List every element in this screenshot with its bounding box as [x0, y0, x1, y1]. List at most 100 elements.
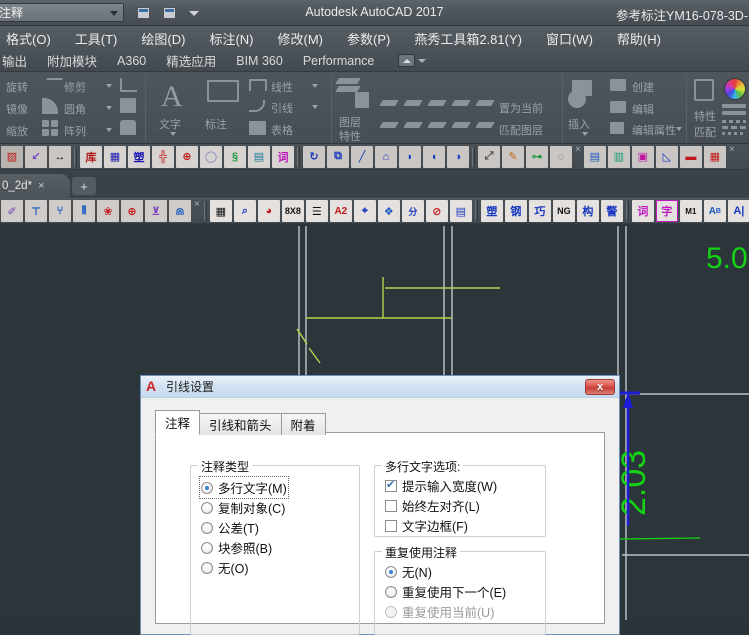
punch-icon[interactable]: ⑂	[49, 200, 71, 222]
sphere-icon[interactable]: ◌	[550, 145, 572, 168]
layer-properties-icon[interactable]	[355, 92, 369, 108]
slider-icon[interactable]: ⫴	[73, 200, 95, 222]
layer-set-current-icon[interactable]	[475, 100, 495, 106]
ribbon-tab-bim360[interactable]: BIM 360	[226, 54, 293, 68]
radio-reuse-none[interactable]: 无(N)	[385, 562, 432, 581]
ribbon-btn-trim[interactable]: 修剪	[64, 79, 86, 95]
guide-icon[interactable]: ⋒	[169, 200, 191, 222]
layer-split-icon[interactable]: 分	[401, 200, 424, 222]
surface-c-icon[interactable]: ◑	[447, 145, 469, 168]
workspace-combo[interactable]: 注释	[0, 3, 124, 22]
dim-linear-icon[interactable]: ↔	[49, 145, 71, 168]
menu-item-parameters[interactable]: 参数(P)	[335, 29, 402, 48]
ai-icon[interactable]: A|	[727, 200, 749, 222]
ribbon-btn-dimension[interactable]: 标注	[205, 116, 227, 132]
target-icon[interactable]: ⊕	[121, 200, 143, 222]
pen-icon[interactable]: ✐	[1, 200, 23, 222]
toolbar-close-icon[interactable]: ×	[575, 144, 581, 155]
dimension-edit-icon[interactable]: ↙	[25, 145, 47, 168]
ribbon-btn-leader[interactable]: 引线	[271, 100, 293, 116]
tab-leader-and-arrow[interactable]: 引线和箭头	[199, 413, 282, 435]
toolbar-close-icon[interactable]: ×	[729, 144, 735, 155]
circle-icon[interactable]: ◯	[200, 145, 222, 168]
8x8-icon[interactable]: 8X8	[281, 200, 304, 222]
solid-box-icon[interactable]	[120, 98, 136, 113]
press-icon[interactable]: ⊤	[25, 200, 47, 222]
ribbon-tab-featured-apps[interactable]: 精选应用	[156, 51, 226, 70]
menu-item-yanxiu-toolbox[interactable]: 燕秀工具箱2.81(Y)	[402, 29, 534, 48]
menu-item-tools[interactable]: 工具(T)	[63, 29, 130, 48]
close-icon[interactable]: ×	[38, 180, 44, 192]
layer-isolate-icon[interactable]	[403, 100, 423, 106]
ribbon-btn-mirror[interactable]: 镜像	[6, 101, 28, 117]
word-tool-icon[interactable]: 词	[631, 200, 654, 222]
menu-item-format[interactable]: 格式(O)	[0, 29, 63, 48]
menu-item-window[interactable]: 窗口(W)	[534, 29, 605, 48]
slope-icon[interactable]: ◺	[655, 145, 678, 168]
checkbox-always-left-justify[interactable]: 始终左对齐(L)	[385, 496, 480, 515]
layer-on-icon[interactable]	[379, 122, 399, 128]
menu-item-modify[interactable]: 修改(M)	[265, 29, 335, 48]
close-button[interactable]: x	[585, 379, 615, 395]
layout-icon[interactable]: ▦	[703, 145, 726, 168]
extrude-icon[interactable]: ⌂	[375, 145, 397, 168]
ribbon-tab-a360[interactable]: A360	[107, 54, 156, 68]
layer-unlock-icon[interactable]	[451, 122, 471, 128]
copy-icon[interactable]: ⧉	[327, 145, 349, 168]
radio-tolerance[interactable]: 公差(T)	[201, 518, 259, 537]
table2-icon[interactable]: ▤	[449, 200, 472, 222]
ribbon-btn-insert[interactable]: 插入	[568, 116, 590, 132]
extrude-icon[interactable]	[120, 120, 136, 135]
layer-freeze-icon[interactable]	[427, 100, 447, 106]
frame-icon[interactable]: ▣	[631, 145, 654, 168]
library-icon[interactable]: 库	[80, 145, 102, 168]
ribbon-btn-create[interactable]: 创建	[632, 79, 654, 95]
ribbon-btn-table[interactable]: 表格	[271, 122, 293, 138]
save-as-icon[interactable]	[159, 3, 179, 23]
chamfer-icon[interactable]	[120, 78, 137, 92]
radio-none[interactable]: 无(O)	[201, 558, 249, 577]
layer-merge-icon[interactable]	[475, 122, 495, 128]
char-tool-icon[interactable]: 字	[655, 200, 678, 222]
warning-tool-icon[interactable]: 警	[600, 200, 623, 222]
qiao-tool-icon[interactable]: 巧	[528, 200, 551, 222]
save-icon[interactable]	[133, 3, 153, 23]
ribbon-minimize-control[interactable]	[398, 54, 427, 67]
balloon-icon[interactable]: ◕	[257, 200, 280, 222]
tab-annotation[interactable]: 注释	[155, 410, 201, 435]
ribbon-btn-scale[interactable]: 缩放	[6, 123, 28, 139]
leader-settings-dialog[interactable]: A 引线设置 x 注释 引线和箭头 附着 注释类型 多行文字(M) 复制对象(C…	[140, 375, 620, 635]
list-icon[interactable]: ☰	[305, 200, 328, 222]
no-icon[interactable]: ⊘	[425, 200, 448, 222]
match-properties-icon[interactable]	[694, 79, 714, 101]
ribbon-btn-fillet[interactable]: 圆角	[64, 101, 86, 117]
surface-a-icon[interactable]: ◗	[399, 145, 421, 168]
screw-icon[interactable]: ⊻	[145, 200, 167, 222]
checkbox-text-frame[interactable]: 文字边框(F)	[385, 516, 468, 535]
menu-item-help[interactable]: 帮助(H)	[605, 29, 673, 48]
zoom2-icon[interactable]: ⌕	[233, 200, 256, 222]
ribbon-btn-text[interactable]: 文字	[159, 116, 181, 132]
ribbon-btn-set-current[interactable]: 置为当前	[499, 100, 543, 116]
ribbon-tab-output[interactable]: 输出	[0, 51, 37, 70]
ribbon-tab-addins[interactable]: 附加模块	[37, 51, 107, 70]
menu-item-dimension[interactable]: 标注(N)	[197, 29, 265, 48]
ab-icon[interactable]: AB	[703, 200, 726, 222]
ribbon-btn-array[interactable]: 阵列	[64, 123, 86, 139]
keyboard-icon[interactable]: ▤	[248, 145, 270, 168]
layer-off-icon[interactable]	[379, 100, 399, 106]
grid-icon[interactable]: ▦	[209, 200, 232, 222]
ribbon-btn-edit[interactable]: 编辑	[632, 101, 654, 117]
screen-b-icon[interactable]: ▥	[607, 145, 630, 168]
ribbon-btn-edit-attributes[interactable]: 编辑属性	[632, 122, 676, 138]
ribbon-btn-linear[interactable]: 线性	[271, 79, 293, 95]
line-icon[interactable]: ╱	[351, 145, 373, 168]
checkbox-prompt-width[interactable]: 提示输入宽度(W)	[385, 476, 497, 495]
ng-tool-icon[interactable]: NG	[552, 200, 575, 222]
dialog-title-bar[interactable]: A 引线设置 x	[141, 376, 619, 398]
measure-icon[interactable]: ⤢	[478, 145, 500, 168]
color-wheel-icon[interactable]	[724, 78, 746, 100]
structure-tool-icon[interactable]: 构	[576, 200, 599, 222]
qat-dropdown-icon[interactable]	[187, 6, 201, 20]
crosshair-icon[interactable]: ╬	[152, 145, 174, 168]
